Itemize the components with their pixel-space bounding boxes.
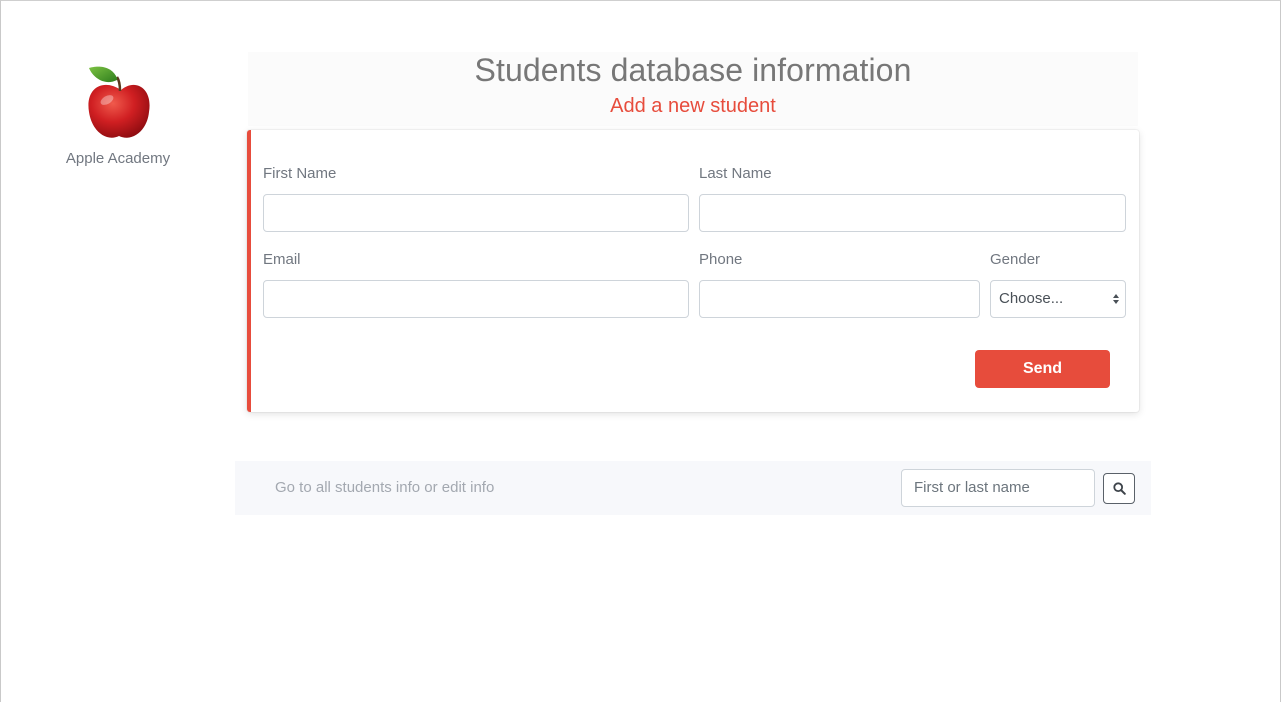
first-name-label: First Name [263, 165, 337, 182]
phone-input[interactable] [699, 280, 980, 318]
email-input[interactable] [263, 280, 689, 318]
form-subtitle: Add a new student [610, 95, 776, 117]
page-title: Students database information [474, 52, 912, 88]
search-bar: Go to all students info or edit info Fir… [235, 461, 1151, 515]
search-placeholder: First or last name [914, 479, 1030, 496]
phone-label: Phone [699, 251, 743, 268]
search-input[interactable]: First or last name [901, 469, 1095, 507]
last-name-input[interactable] [699, 194, 1126, 232]
apple-logo-icon [88, 66, 150, 138]
search-button[interactable] [1103, 473, 1135, 504]
last-name-label: Last Name [699, 165, 772, 182]
gender-select[interactable]: Choose... [990, 280, 1126, 318]
first-name-input[interactable] [263, 194, 689, 232]
email-label: Email [263, 251, 301, 268]
gender-label: Gender [990, 251, 1041, 268]
page-header: Students database information Add a new … [248, 52, 1138, 126]
send-button[interactable]: Send [975, 350, 1110, 388]
add-student-form: First Name Last Name Email Phone Gender … [247, 130, 1139, 412]
brand-name: Apple Academy [65, 150, 171, 167]
brand[interactable]: Apple Academy [48, 60, 188, 167]
gender-selected-value: Choose... [999, 290, 1064, 307]
all-students-link[interactable]: Go to all students info or edit info [275, 479, 494, 496]
select-arrows-icon [1113, 294, 1119, 304]
search-icon [1113, 482, 1126, 495]
